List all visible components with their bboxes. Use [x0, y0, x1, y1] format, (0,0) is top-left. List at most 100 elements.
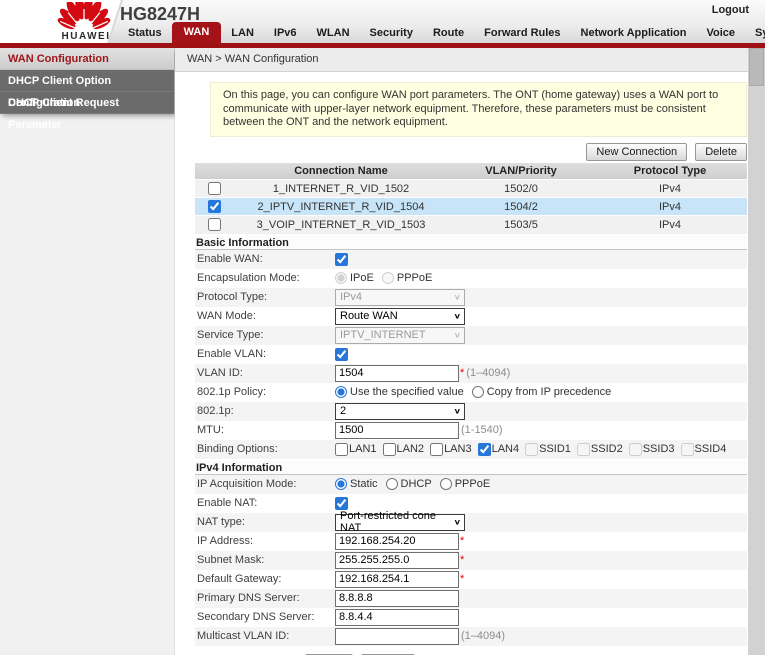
tab-lan[interactable]: LAN — [221, 24, 264, 43]
ssid1-label: SSID1 — [539, 443, 571, 455]
pppoe-mode-radio[interactable] — [440, 478, 452, 490]
logout-link[interactable]: Logout — [712, 4, 749, 16]
row-checkbox[interactable] — [208, 182, 221, 195]
subnet-mask-input[interactable] — [335, 552, 459, 569]
lan2-label: LAN2 — [397, 443, 425, 455]
field-label: Subnet Mask: — [197, 554, 335, 566]
nat-type-value: Port-restricted cone NAT — [340, 510, 454, 534]
sidebar-menu: WAN Configuration DHCP Client Option Con… — [0, 48, 174, 114]
use-specified-value-radio[interactable] — [335, 386, 347, 398]
tab-status[interactable]: Status — [118, 24, 172, 43]
default-gateway-input[interactable] — [335, 571, 459, 588]
tab-security[interactable]: Security — [360, 24, 423, 43]
sidebar-item-wan-configuration[interactable]: WAN Configuration — [0, 48, 174, 70]
field-label: Secondary DNS Server: — [197, 611, 335, 623]
nat-type-select[interactable]: Port-restricted cone NAT ∨ — [335, 514, 465, 531]
sidebar-item-dhcp-client-request-parameter[interactable]: DHCP Client Request Parameter — [0, 92, 174, 114]
tab-voice[interactable]: Voice — [696, 24, 745, 43]
form-row-service-type: Service Type: IPTV_INTERNET ∨ — [195, 326, 747, 345]
field-label: Multicast VLAN ID: — [197, 630, 335, 642]
form-row-subnet-mask: Subnet Mask: * — [195, 551, 747, 570]
ssid3-checkbox — [629, 443, 642, 456]
huawei-logo-icon — [55, 2, 113, 32]
required-asterisk: * — [460, 573, 464, 585]
tab-route[interactable]: Route — [423, 24, 474, 43]
tab-wlan[interactable]: WLAN — [307, 24, 360, 43]
form-row-ip-address: IP Address: * — [195, 532, 747, 551]
8021p-select[interactable]: 2 ∨ — [335, 403, 465, 420]
vlan-priority-cell: 1504/2 — [449, 198, 593, 216]
tab-ipv6[interactable]: IPv6 — [264, 24, 307, 43]
mtu-range-hint: (1-1540) — [461, 424, 503, 436]
pppoe-radio-label: PPPoE — [397, 272, 432, 284]
vlan-id-input[interactable] — [335, 365, 459, 382]
ip-address-input[interactable] — [335, 533, 459, 550]
primary-dns-input[interactable] — [335, 590, 459, 607]
dhcp-radio-label: DHCP — [401, 478, 432, 490]
scrollbar-thumb[interactable] — [749, 48, 764, 86]
sidebar-item-dhcp-client-option-configuration[interactable]: DHCP Client Option Configuration — [0, 70, 174, 92]
enable-nat-checkbox[interactable] — [335, 497, 348, 510]
field-label: 802.1p: — [197, 405, 335, 417]
vlan-id-range-hint: (1–4094) — [466, 367, 510, 379]
table-row[interactable]: 3_VOIP_INTERNET_R_VID_1503 1503/5 IPv4 — [195, 216, 747, 234]
wan-mode-value: Route WAN — [340, 310, 398, 322]
table-row[interactable]: 1_INTERNET_R_VID_1502 1502/0 IPv4 — [195, 180, 747, 198]
form-row-8021p-policy: 802.1p Policy: Use the specified value C… — [195, 383, 747, 402]
multicast-vlan-range-hint: (1–4094) — [461, 630, 505, 642]
field-label: Enable WAN: — [197, 253, 335, 265]
connection-name-cell: 1_INTERNET_R_VID_1502 — [233, 180, 449, 198]
enable-wan-checkbox[interactable] — [335, 253, 348, 266]
new-connection-button[interactable]: New Connection — [586, 143, 687, 161]
field-label: Enable NAT: — [197, 497, 335, 509]
pppoe-mode-radio-label: PPPoE — [455, 478, 490, 490]
required-asterisk: * — [460, 535, 464, 547]
field-label: 802.1p Policy: — [197, 386, 335, 398]
table-row[interactable]: 2_IPTV_INTERNET_R_VID_1504 1504/2 IPv4 — [195, 198, 747, 216]
enable-vlan-checkbox[interactable] — [335, 348, 348, 361]
header-vlan-priority: VLAN/Priority — [449, 163, 593, 180]
connection-name-cell: 2_IPTV_INTERNET_R_VID_1504 — [233, 198, 449, 216]
use-specified-value-label: Use the specified value — [350, 386, 464, 398]
tab-system-tools[interactable]: System Tools — [745, 24, 765, 43]
form-row-vlan-id: VLAN ID: *(1–4094) — [195, 364, 747, 383]
lan3-checkbox[interactable] — [430, 443, 443, 456]
form-row-primary-dns: Primary DNS Server: — [195, 589, 747, 608]
field-label: Enable VLAN: — [197, 348, 335, 360]
lan2-checkbox[interactable] — [383, 443, 396, 456]
lan4-checkbox[interactable] — [478, 443, 491, 456]
tab-wan[interactable]: WAN — [172, 22, 222, 43]
row-checkbox[interactable] — [208, 218, 221, 231]
delete-button[interactable]: Delete — [695, 143, 747, 161]
static-radio[interactable] — [335, 478, 347, 490]
wan-configuration-form: Basic Information Enable WAN: Encapsulat… — [195, 236, 747, 655]
wan-mode-select[interactable]: Route WAN ∨ — [335, 308, 465, 325]
copy-from-ip-precedence-radio[interactable] — [472, 386, 484, 398]
required-asterisk: * — [460, 554, 464, 566]
dhcp-radio[interactable] — [386, 478, 398, 490]
field-label: IP Address: — [197, 535, 335, 547]
protocol-type-cell: IPv4 — [593, 180, 747, 198]
header-checkbox-column — [195, 163, 233, 180]
chevron-down-icon: ∨ — [454, 331, 461, 339]
form-row-binding-options: Binding Options: LAN1 LAN2 LAN3 LAN4 SSI… — [195, 440, 747, 459]
ipoe-radio — [335, 272, 347, 284]
field-label: IP Acquisition Mode: — [197, 478, 335, 490]
lan1-label: LAN1 — [349, 443, 377, 455]
multicast-vlan-id-input[interactable] — [335, 628, 459, 645]
mtu-input[interactable] — [335, 422, 459, 439]
connection-toolbar: New Connection Delete — [175, 143, 747, 161]
ssid3-label: SSID3 — [643, 443, 675, 455]
section-ipv4-information: IPv4 Information — [195, 461, 747, 475]
tab-forward-rules[interactable]: Forward Rules — [474, 24, 570, 43]
field-label: NAT type: — [197, 516, 335, 528]
header-protocol-type: Protocol Type — [593, 163, 747, 180]
vertical-scrollbar[interactable] — [748, 48, 765, 655]
form-row-protocol-type: Protocol Type: IPv4 ∨ — [195, 288, 747, 307]
row-checkbox[interactable] — [208, 200, 221, 213]
content-area: WAN > WAN Configuration On this page, yo… — [175, 48, 765, 655]
lan1-checkbox[interactable] — [335, 443, 348, 456]
protocol-type-value: IPv4 — [340, 291, 362, 303]
secondary-dns-input[interactable] — [335, 609, 459, 626]
tab-network-application[interactable]: Network Application — [571, 24, 697, 43]
